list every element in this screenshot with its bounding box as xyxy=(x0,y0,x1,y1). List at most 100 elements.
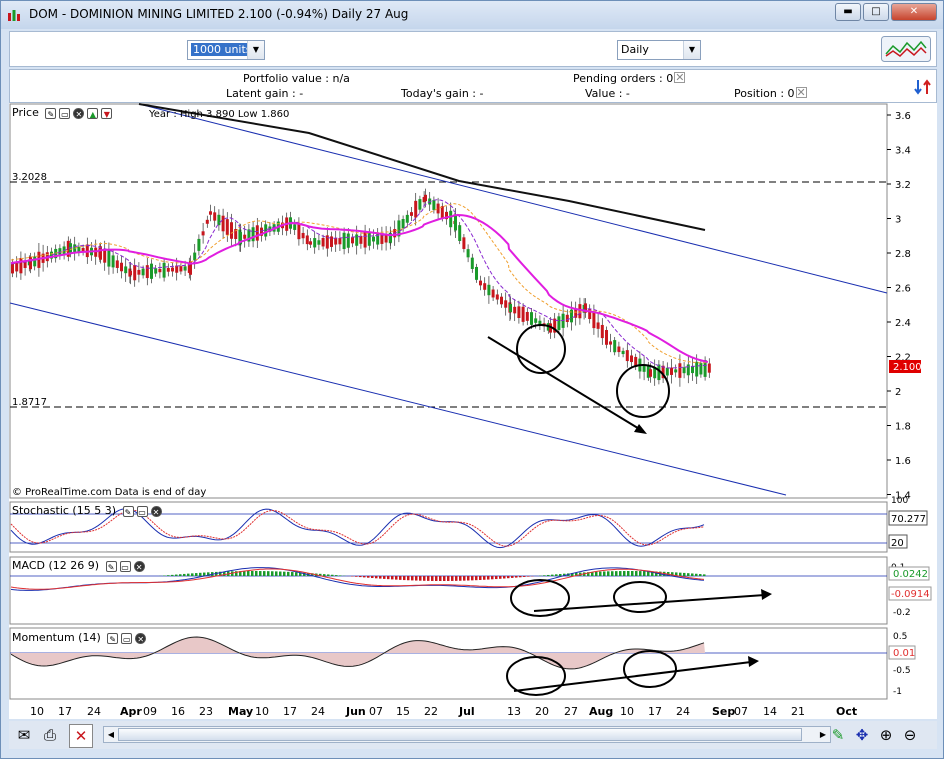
window-icon[interactable]: ▭ xyxy=(119,560,131,572)
wrench-icon[interactable]: ✎ xyxy=(107,632,119,644)
macd-histogram-bar xyxy=(599,571,602,576)
wrench-icon[interactable]: ✎ xyxy=(105,560,117,572)
x-axis-label: 21 xyxy=(791,705,805,718)
macd-histogram-bar xyxy=(271,571,274,576)
macd-histogram-bar xyxy=(519,576,522,578)
delete-drawing-icon[interactable]: ✕ xyxy=(69,724,93,748)
close-button[interactable]: ✕ xyxy=(891,3,937,21)
macd-histogram-bar xyxy=(475,576,478,581)
macd-histogram-bar xyxy=(523,576,526,577)
close-icon[interactable]: ✕ xyxy=(150,505,162,517)
macd-histogram-bar xyxy=(435,576,438,581)
period-select[interactable]: Daily ▼ xyxy=(617,40,701,60)
move-icon[interactable]: ✥ xyxy=(851,724,873,746)
candle-body xyxy=(596,322,600,329)
wrench-icon[interactable]: ✎ xyxy=(122,505,134,517)
candle-body xyxy=(649,369,652,377)
candle-body xyxy=(686,364,690,376)
candle-body xyxy=(613,340,617,353)
macd-histogram-bar xyxy=(631,571,634,576)
macd-histogram-bar xyxy=(415,576,418,581)
candle-body xyxy=(264,224,268,237)
candle-body xyxy=(19,258,23,274)
close-icon[interactable]: ✕ xyxy=(73,107,85,119)
candle-body xyxy=(338,238,342,245)
close-icon[interactable]: ✕ xyxy=(135,632,147,644)
macd-histogram-bar xyxy=(175,574,178,576)
chart-svg[interactable]: 3.63.43.232.82.62.42.221.81.61.4 2.100 3… xyxy=(9,103,937,719)
window-icon[interactable]: ▭ xyxy=(59,107,71,119)
x-axis-label: Aug xyxy=(589,705,613,718)
candle-body xyxy=(363,231,367,248)
envelope-icon[interactable]: ✉ xyxy=(13,724,35,746)
minimize-button[interactable]: ▬ xyxy=(835,3,861,21)
zoom-in-icon[interactable]: ⊕ xyxy=(875,724,897,746)
macd-histogram-bar xyxy=(363,576,366,578)
printer-icon[interactable]: ⎙ xyxy=(39,724,61,746)
macd-histogram-bar xyxy=(443,576,446,581)
macd-histogram-bar xyxy=(703,574,706,576)
candle-body xyxy=(317,240,321,245)
candle-body xyxy=(682,367,686,374)
pending-orders-close-icon[interactable]: ✕ xyxy=(674,72,686,83)
price-panel-title: Price xyxy=(12,106,39,119)
horizontal-scrollbar[interactable]: ◀ ▶ xyxy=(103,726,831,743)
pending-orders-label: Pending orders : xyxy=(573,72,663,85)
window-icon[interactable]: ▭ xyxy=(136,505,148,517)
candle-body xyxy=(600,324,604,339)
candle-body xyxy=(205,219,209,224)
scrollbar-thumb[interactable] xyxy=(118,728,802,741)
position-close-icon[interactable]: ✕ xyxy=(795,87,807,98)
x-axis-label: Jul xyxy=(458,705,475,718)
chart-area[interactable]: 3.6 3.4 3.2 3 2.8 2.6 2.4 2.2 2 1.8 1.6 1.4 2.100 3… xyxy=(9,103,937,719)
current-price-label: 2.100 xyxy=(893,362,922,373)
candle-body xyxy=(557,316,561,331)
candle-body xyxy=(466,249,470,258)
candle-body xyxy=(592,311,596,329)
period-value: Daily xyxy=(621,43,649,56)
x-axis-label: 13 xyxy=(507,705,521,718)
window-icon[interactable]: ▭ xyxy=(121,632,133,644)
maximize-button[interactable]: □ xyxy=(863,3,889,21)
macd-histogram-bar xyxy=(291,572,294,576)
x-axis-label: 07 xyxy=(369,705,383,718)
trading-chart-icon[interactable] xyxy=(881,36,931,62)
candle-body xyxy=(418,199,422,210)
macd-histogram-bar xyxy=(495,576,498,580)
add-indicator-icon[interactable]: ▲ xyxy=(87,107,99,119)
x-axis-label: Oct xyxy=(836,705,857,718)
latent-gain-label: Latent gain : xyxy=(226,87,296,100)
candle-body xyxy=(565,314,569,323)
x-axis-label: Sep xyxy=(712,705,735,718)
candle-body xyxy=(449,210,453,228)
x-axis-label: Apr xyxy=(120,705,142,718)
macd-histogram-bar xyxy=(327,574,330,576)
macd-value: 0.0242 xyxy=(893,569,928,580)
window-title: DOM - DOMINION MINING LIMITED 2.100 (-0.… xyxy=(29,7,409,21)
candle-body xyxy=(405,214,409,223)
candle-body xyxy=(491,289,495,298)
macd-histogram-bar xyxy=(183,573,186,576)
swap-arrows-icon[interactable] xyxy=(913,78,933,96)
close-icon[interactable]: ✕ xyxy=(133,560,145,572)
macd-histogram-bar xyxy=(687,573,690,576)
zoom-out-icon[interactable]: ⊖ xyxy=(899,724,921,746)
price-tick-label: 2 xyxy=(895,387,901,398)
candle-body xyxy=(137,269,141,275)
wrench-icon[interactable]: ✎ xyxy=(45,107,57,119)
portfolio-info-bar: Portfolio value : n/a Pending orders : 0… xyxy=(9,69,937,103)
macd-histogram-bar xyxy=(635,571,638,576)
price-tick-label: 3.6 xyxy=(895,111,911,122)
macd-histogram-bar xyxy=(179,574,182,576)
x-axis-label: 10 xyxy=(30,705,44,718)
macd-histogram-bar xyxy=(379,576,382,579)
price-axis: 3.63.43.232.82.62.42.221.81.61.4 xyxy=(887,111,911,502)
candle-body xyxy=(665,367,669,376)
value-value: - xyxy=(625,87,630,100)
remove-indicator-icon[interactable]: ▼ xyxy=(101,107,113,119)
macd-histogram-bar xyxy=(451,576,454,581)
scroll-left-icon[interactable]: ◀ xyxy=(104,727,118,742)
units-value: 1000 units xyxy=(191,43,254,56)
draw-tool-icon[interactable]: ✎ xyxy=(827,724,849,746)
units-select[interactable]: 1000 units ▼ xyxy=(187,40,265,60)
